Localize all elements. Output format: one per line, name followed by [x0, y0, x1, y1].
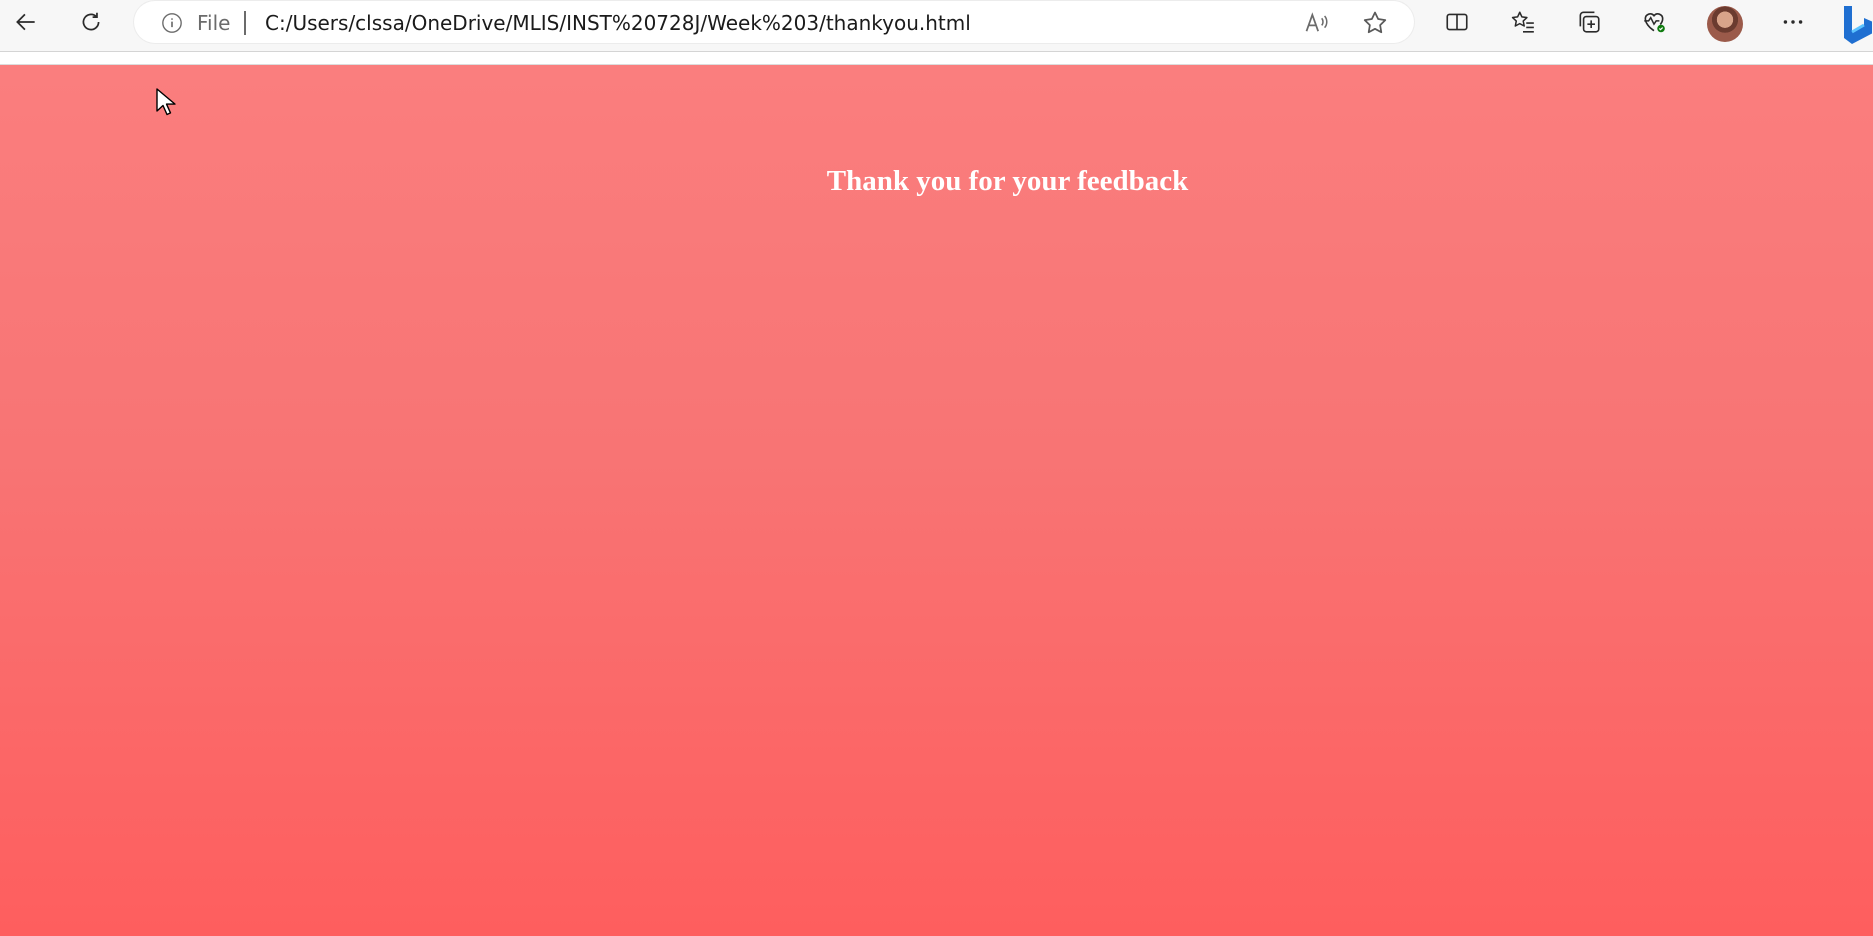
- favorites-button[interactable]: [1503, 5, 1543, 39]
- read-aloud-icon[interactable]: [1303, 9, 1331, 37]
- refresh-icon: [82, 12, 100, 31]
- address-separator: [244, 11, 246, 35]
- page-heading: Thank you for your feedback: [826, 165, 1189, 197]
- collections-icon: [1579, 11, 1600, 33]
- back-button[interactable]: [6, 5, 46, 39]
- heartbeat-icon: [1644, 13, 1665, 33]
- collections-button[interactable]: [1569, 5, 1609, 39]
- more-menu-icon: [1783, 20, 1803, 24]
- favorites-list-icon: [1511, 11, 1534, 33]
- content-top-strip: [0, 52, 1873, 65]
- split-screen-icon: [1446, 13, 1468, 31]
- mouse-cursor-icon: [156, 88, 176, 116]
- browser-toolbar: File C:/Users/clssa/OneDrive/MLIS/INST%2…: [0, 0, 1873, 52]
- split-screen-button[interactable]: [1437, 5, 1477, 39]
- profile-avatar[interactable]: [1707, 6, 1743, 42]
- browser-essentials-button[interactable]: [1634, 5, 1674, 39]
- address-bar[interactable]: File C:/Users/clssa/OneDrive/MLIS/INST%2…: [134, 1, 1414, 43]
- page-content: Thank you for your feedback: [0, 65, 1873, 936]
- favorite-star-icon[interactable]: [1361, 9, 1389, 37]
- more-menu-button[interactable]: [1773, 5, 1813, 39]
- info-icon[interactable]: [161, 12, 183, 34]
- copilot-icon[interactable]: [1838, 2, 1873, 46]
- url-text[interactable]: C:/Users/clssa/OneDrive/MLIS/INST%20728J…: [265, 11, 971, 35]
- back-arrow-icon: [16, 13, 35, 31]
- scheme-label: File: [197, 11, 231, 35]
- refresh-button[interactable]: [71, 5, 111, 39]
